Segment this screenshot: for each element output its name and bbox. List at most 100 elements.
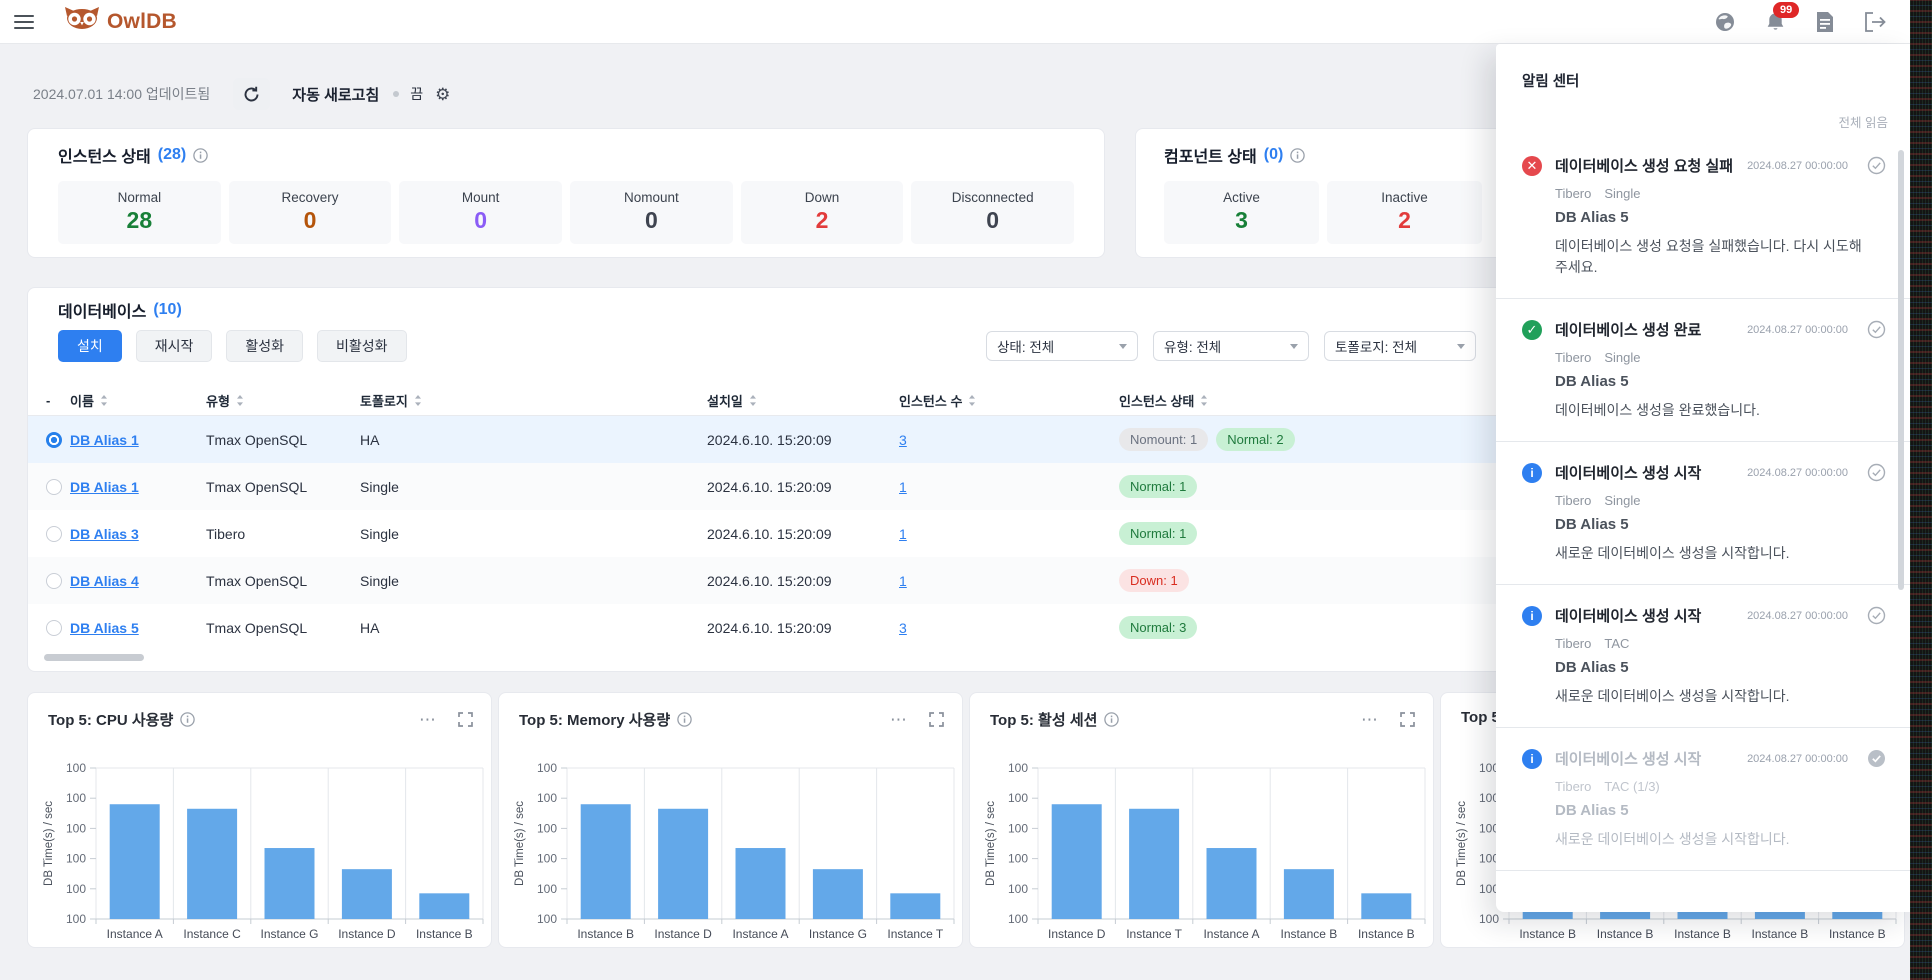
- info-icon[interactable]: [677, 712, 692, 727]
- refresh-settings-gear-icon[interactable]: ⚙: [435, 86, 450, 103]
- status-tile-label: Disconnected: [911, 190, 1074, 205]
- chart-card: DB Time(s) / sec100100100100100100Instan…: [27, 692, 492, 948]
- severity-icon: i: [1522, 463, 1542, 483]
- db-alias-link[interactable]: DB Alias 1: [70, 432, 139, 448]
- instance-count-link[interactable]: 3: [899, 620, 907, 636]
- language-globe-icon[interactable]: [1714, 11, 1736, 33]
- chart-expand-icon[interactable]: [458, 712, 473, 727]
- svg-text:Instance A: Instance A: [1203, 927, 1259, 941]
- app-logo[interactable]: OwlDB: [64, 6, 177, 37]
- db-alias-link[interactable]: DB Alias 5: [70, 620, 139, 636]
- status-tile-label: Normal: [58, 190, 221, 205]
- chart-menu-icon[interactable]: ⋯: [1361, 715, 1379, 725]
- instance-status-tiles: Normal 28 Recovery 0 Mount 0 Nomount 0 D…: [58, 181, 1074, 244]
- svg-text:Instance T: Instance T: [1126, 927, 1182, 941]
- mark-read-check-icon[interactable]: [1867, 156, 1886, 175]
- row-radio-button[interactable]: [46, 479, 62, 495]
- instance-count-link[interactable]: 1: [899, 479, 907, 495]
- row-radio-button[interactable]: [46, 620, 62, 636]
- horizontal-scrollbar-thumb[interactable]: [44, 654, 144, 661]
- status-tile-label: Mount: [399, 190, 562, 205]
- status-tile-value: 0: [229, 207, 392, 234]
- svg-text:100: 100: [537, 761, 557, 775]
- logout-icon[interactable]: [1864, 11, 1886, 33]
- svg-text:100: 100: [1008, 791, 1028, 805]
- mark-read-check-icon[interactable]: [1867, 606, 1886, 625]
- table-column-header: -: [46, 393, 70, 408]
- svg-text:100: 100: [537, 791, 557, 805]
- table-row[interactable]: DB Alias 5 Tmax OpenSQL HA 2024.6.10. 15…: [28, 604, 1498, 651]
- action-button[interactable]: 설치: [58, 330, 122, 362]
- row-radio-button[interactable]: [46, 432, 62, 448]
- refresh-toolbar: 2024.07.01 14:00 업데이트됨 자동 새로고침 끔 ⚙: [33, 76, 450, 112]
- mark-all-read-button[interactable]: 전체 읽음: [1839, 112, 1888, 131]
- notification-item[interactable]: ✕ 데이터베이스 생성 요청 실패 2024.08.27 00:00:00 Ti…: [1496, 135, 1910, 299]
- action-button[interactable]: 활성화: [226, 330, 303, 362]
- notifications-bell-icon[interactable]: 99: [1764, 11, 1786, 33]
- chart-menu-icon[interactable]: ⋯: [419, 715, 437, 725]
- db-alias-link[interactable]: DB Alias 3: [70, 526, 139, 542]
- info-icon[interactable]: [1290, 148, 1305, 163]
- info-icon[interactable]: [193, 148, 208, 163]
- db-alias-link[interactable]: DB Alias 4: [70, 573, 139, 589]
- info-icon[interactable]: [1104, 712, 1119, 727]
- hamburger-menu-icon[interactable]: [14, 15, 34, 29]
- notification-message: 새로운 데이터베이스 생성을 시작합니다.: [1555, 829, 1867, 850]
- notification-timestamp: 2024.08.27 00:00:00: [1747, 467, 1848, 479]
- table-row[interactable]: DB Alias 1 Tmax OpenSQL HA 2024.6.10. 15…: [28, 416, 1498, 463]
- mark-read-check-icon[interactable]: [1867, 463, 1886, 482]
- table-row[interactable]: DB Alias 4 Tmax OpenSQL Single 2024.6.10…: [28, 557, 1498, 604]
- svg-text:Instance B: Instance B: [416, 927, 473, 941]
- chart-menu-icon[interactable]: ⋯: [890, 715, 908, 725]
- instance-status-badge: Normal: 1: [1119, 522, 1197, 545]
- status-tile: Normal 28: [58, 181, 221, 244]
- action-button[interactable]: 재시작: [136, 330, 213, 362]
- notification-timestamp: 2024.08.27 00:00:00: [1747, 160, 1848, 172]
- panel-scrollbar-thumb[interactable]: [1898, 150, 1904, 590]
- db-topology: TAC: [1604, 636, 1629, 651]
- instance-count-link[interactable]: 1: [899, 573, 907, 589]
- svg-text:Instance B: Instance B: [1674, 927, 1731, 941]
- notification-item[interactable]: i 데이터베이스 생성 시작 2024.08.27 00:00:00 Tiber…: [1496, 442, 1910, 585]
- mark-read-check-icon[interactable]: [1867, 320, 1886, 339]
- notification-item[interactable]: i 데이터베이스 생성 시작 2024.08.27 00:00:00 Tiber…: [1496, 728, 1910, 871]
- svg-text:Instance G: Instance G: [809, 927, 867, 941]
- row-radio-button[interactable]: [46, 573, 62, 589]
- filter-dropdown[interactable]: 유형: 전체: [1153, 331, 1309, 361]
- sort-icon: [100, 394, 108, 407]
- notification-item[interactable]: ✓ 데이터베이스 생성 완료 2024.08.27 00:00:00 Tiber…: [1496, 299, 1910, 442]
- table-column-header[interactable]: 인스턴스 상태: [1119, 391, 1498, 410]
- filter-dropdown[interactable]: 상태: 전체: [986, 331, 1138, 361]
- chart-expand-icon[interactable]: [1400, 712, 1415, 727]
- table-row[interactable]: DB Alias 1 Tmax OpenSQL Single 2024.6.10…: [28, 463, 1498, 510]
- chart-title: Top 5: CPU 사용량: [48, 709, 173, 730]
- document-log-icon[interactable]: [1814, 11, 1836, 33]
- instance-count-link[interactable]: 1: [899, 526, 907, 542]
- notification-item[interactable]: i 데이터베이스 생성 시작 2024.08.27 00:00:00 Tiber…: [1496, 585, 1910, 728]
- svg-text:Instance D: Instance D: [1048, 927, 1106, 941]
- table-row[interactable]: DB Alias 3 Tibero Single 2024.6.10. 15:2…: [28, 510, 1498, 557]
- chart-expand-icon[interactable]: [929, 712, 944, 727]
- mark-read-check-icon[interactable]: [1867, 749, 1886, 768]
- instance-count-link[interactable]: 3: [899, 432, 907, 448]
- refresh-button[interactable]: [233, 78, 270, 110]
- svg-text:Instance A: Instance A: [732, 927, 788, 941]
- table-column-header[interactable]: 이름: [70, 391, 206, 410]
- notification-count-badge: 99: [1773, 2, 1799, 18]
- filter-dropdown[interactable]: 토폴로지: 전체: [1324, 331, 1476, 361]
- row-radio-button[interactable]: [46, 526, 62, 542]
- table-column-header[interactable]: 토폴로지: [360, 391, 707, 410]
- svg-text:100: 100: [66, 912, 86, 926]
- db-alias-link[interactable]: DB Alias 1: [70, 479, 139, 495]
- db-engine: Tibero: [1555, 636, 1591, 651]
- svg-text:Instance A: Instance A: [107, 927, 163, 941]
- chart-title: Top 5: Memory 사용량: [519, 709, 670, 730]
- notification-message: 새로운 데이터베이스 생성을 시작합니다.: [1555, 543, 1867, 564]
- table-column-header[interactable]: 인스턴스 수: [899, 391, 1119, 410]
- table-column-header[interactable]: 유형: [206, 391, 360, 410]
- action-button[interactable]: 비활성화: [317, 330, 407, 362]
- table-column-header[interactable]: 설치일: [707, 391, 899, 410]
- chart-card: DB Time(s) / sec100100100100100100Instan…: [969, 692, 1434, 948]
- info-icon[interactable]: [180, 712, 195, 727]
- svg-text:Instance B: Instance B: [577, 927, 634, 941]
